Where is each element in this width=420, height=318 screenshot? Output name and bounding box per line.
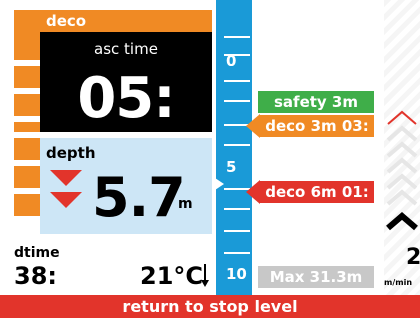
ascent-rate-indicator: 2 m/min [384,0,420,295]
deco-side-block [14,122,40,132]
deco-header: deco [40,10,212,32]
deco-side-block [14,94,40,116]
deco-side-block [14,10,40,60]
scale-label-0: 0 [226,52,237,70]
ascent-rate-value: 2 [406,245,420,270]
ascent-time-value: 05: [77,66,175,131]
deco-side-block [14,194,40,216]
max-depth-bar: Max 31.3m [258,266,374,288]
scale-label-5: 5 [226,158,237,176]
depth-label: depth [46,144,96,162]
depth-unit: m [178,196,193,212]
deco-6m-pointer-icon [246,180,260,204]
depth-value: 5.7 [92,166,186,229]
depth-panel: depth 5.7 m [40,138,212,234]
temperature-down-icon [201,264,209,287]
dive-time-label: dtime [14,245,60,261]
current-depth-pointer-icon [212,176,224,192]
return-to-stop-alert: return to stop level [0,295,420,318]
ascent-rate-chevrons-icon [386,110,418,231]
deco-stop-6m-bar: deco 6m 01: [260,181,374,203]
ascent-rate-unit: m/min [384,278,413,287]
ascent-time-panel: asc time 05: [40,32,212,132]
deco-stop-3m-bar: deco 3m 03: [260,115,374,137]
descent-arrows-icon [50,170,82,208]
ascent-time-label: asc time [94,40,158,58]
deco-side-block [14,138,40,160]
deco-side-block [14,166,40,188]
temperature-value: 21°C [140,262,204,290]
dive-time-value: 38: [14,262,57,290]
safety-stop-bar: safety 3m [258,91,374,113]
depth-scale: 0 5 10 [216,0,252,295]
deco-3m-pointer-icon [246,114,260,138]
scale-label-10: 10 [226,265,247,283]
deco-side-block [14,66,40,88]
